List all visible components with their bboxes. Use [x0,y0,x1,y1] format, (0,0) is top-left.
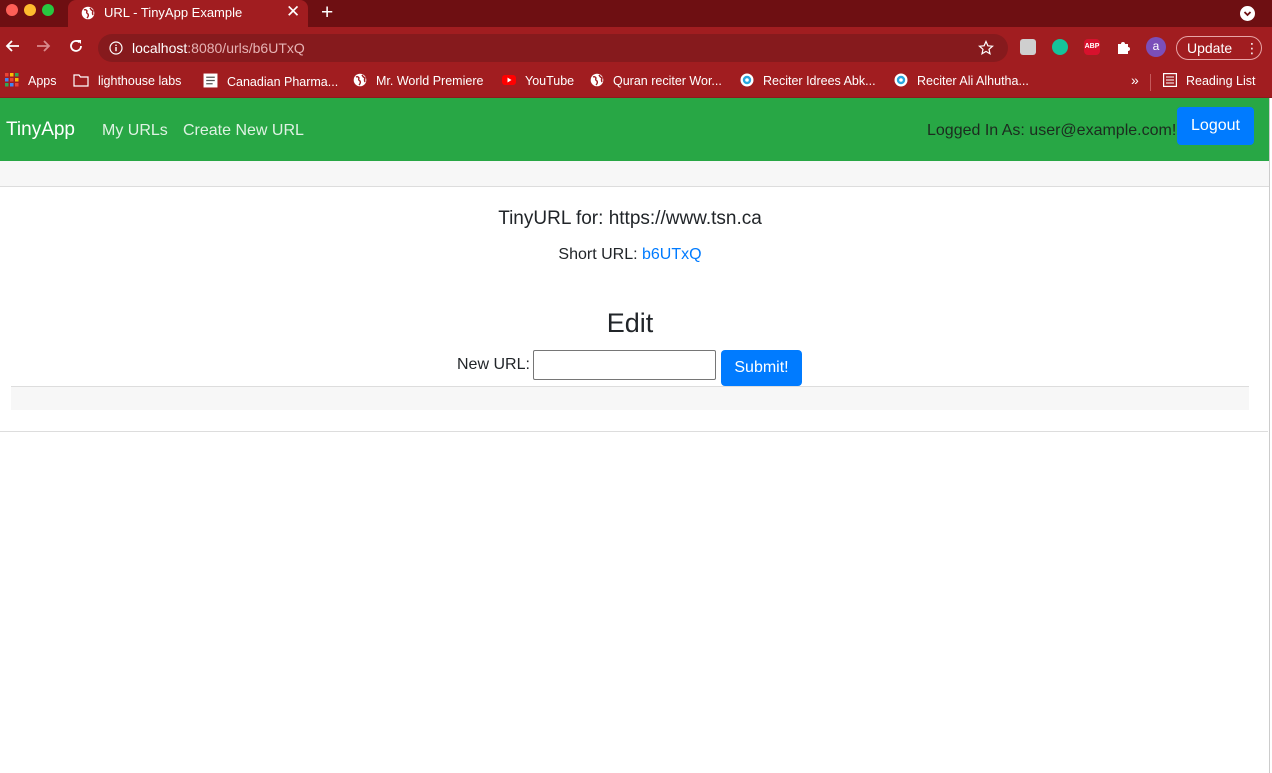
bookmark-label: lighthouse labs [98,74,182,88]
bookmark-label: Mr. World Premiere [376,74,484,88]
bookmark-quran-reciter[interactable]: Quran reciter Wor... [590,73,722,91]
bookmark-youtube[interactable]: YouTube [502,73,574,91]
forward-arrow-icon[interactable] [33,36,53,56]
address-path: :8080/urls/b6UTxQ [187,40,305,56]
browser-tab-strip: URL - TinyApp Example ✕ + [0,0,1272,27]
nav-my-urls[interactable]: My URLs [102,122,168,140]
short-url-line: Short URL: b6UTxQ [0,246,1260,264]
bookmark-label: Apps [28,74,57,88]
extension-icon[interactable] [1020,39,1036,55]
short-url-label: Short URL: [558,246,638,263]
adblock-plus-icon[interactable]: ABP [1084,39,1100,55]
bookmark-label: Reciter Ali Alhutha... [917,74,1029,88]
tab-title: URL - TinyApp Example [104,5,243,20]
address-host: localhost [132,40,188,56]
reading-list-button[interactable]: Reading List [1163,73,1256,91]
globe-icon [353,73,367,87]
window-close-button[interactable] [6,4,18,16]
youtube-icon [502,75,516,85]
window-minimize-button[interactable] [24,4,36,16]
tab-close-icon[interactable]: ✕ [286,3,300,21]
submit-button[interactable]: Submit! [721,350,802,386]
divider [0,431,1268,432]
bookmarks-overflow-icon[interactable]: » [1131,72,1139,88]
update-button[interactable]: Update ⋮ [1176,36,1262,60]
window-zoom-button[interactable] [42,4,54,16]
reload-icon[interactable] [66,36,86,56]
globe-icon [81,6,95,20]
card-header [0,161,1270,187]
extensions-puzzle-icon[interactable] [1116,39,1132,55]
apps-grid-icon [5,73,19,87]
logout-button[interactable]: Logout [1177,107,1254,145]
page-icon [203,73,218,88]
address-bar[interactable]: localhost:8080/urls/b6UTxQ [98,34,1008,62]
app-navbar: TinyApp My URLs Create New URL Logged In… [0,98,1270,161]
edit-heading: Edit [606,308,654,338]
bookmark-reciter-idrees[interactable]: Reciter Idrees Abk... [740,73,876,91]
bookmark-mr-world-premiere[interactable]: Mr. World Premiere [353,73,483,91]
short-url-link[interactable]: b6UTxQ [642,246,702,263]
globe-icon [590,73,604,87]
bookmark-reciter-ali[interactable]: Reciter Ali Alhutha... [894,73,1029,91]
grammarly-icon[interactable] [1052,39,1068,55]
bookmarks-divider [1150,74,1151,91]
profile-avatar[interactable]: a [1146,37,1166,57]
nav-create-new-url[interactable]: Create New URL [183,122,304,140]
browser-tab-active[interactable]: URL - TinyApp Example ✕ [68,0,308,27]
folder-icon [73,74,89,87]
reading-list-icon [1163,73,1177,87]
site-icon [740,73,754,87]
bookmark-apps[interactable]: Apps [5,73,57,91]
new-url-input[interactable] [533,350,716,380]
window-edge [1269,98,1270,773]
bookmark-label: YouTube [525,74,575,88]
bookmark-label: Canadian Pharma... [227,75,339,89]
chevron-down-icon [1243,11,1252,17]
brand-link[interactable]: TinyApp [6,119,75,141]
reading-list-label: Reading List [1186,74,1256,88]
bookmark-canadian-pharma[interactable]: Canadian Pharma... [203,73,338,91]
bookmark-label: Reciter Idrees Abk... [763,74,876,88]
bookmark-label: Quran reciter Wor... [613,74,722,88]
info-icon[interactable] [109,41,123,55]
more-menu-icon: ⋮ [1245,40,1259,56]
site-icon [894,73,908,87]
bookmarks-bar: Apps lighthouse labs Canadian Pharma... … [0,67,1272,98]
address-text[interactable]: localhost:8080/urls/b6UTxQ [132,40,305,56]
bookmark-star-icon[interactable] [978,40,994,56]
new-url-label: New URL: [457,356,530,373]
browser-toolbar: localhost:8080/urls/b6UTxQ ABP a Update … [0,27,1272,67]
back-arrow-icon[interactable] [3,36,23,56]
tab-search-button[interactable] [1240,6,1255,21]
card-footer [11,386,1249,410]
logged-in-status: Logged In As: user@example.com! [927,122,1177,139]
bookmark-lighthouse-labs[interactable]: lighthouse labs [73,73,181,91]
new-tab-button[interactable]: + [321,2,333,23]
page-title: TinyURL for: https://www.tsn.ca [498,208,762,229]
update-label: Update [1187,40,1233,56]
